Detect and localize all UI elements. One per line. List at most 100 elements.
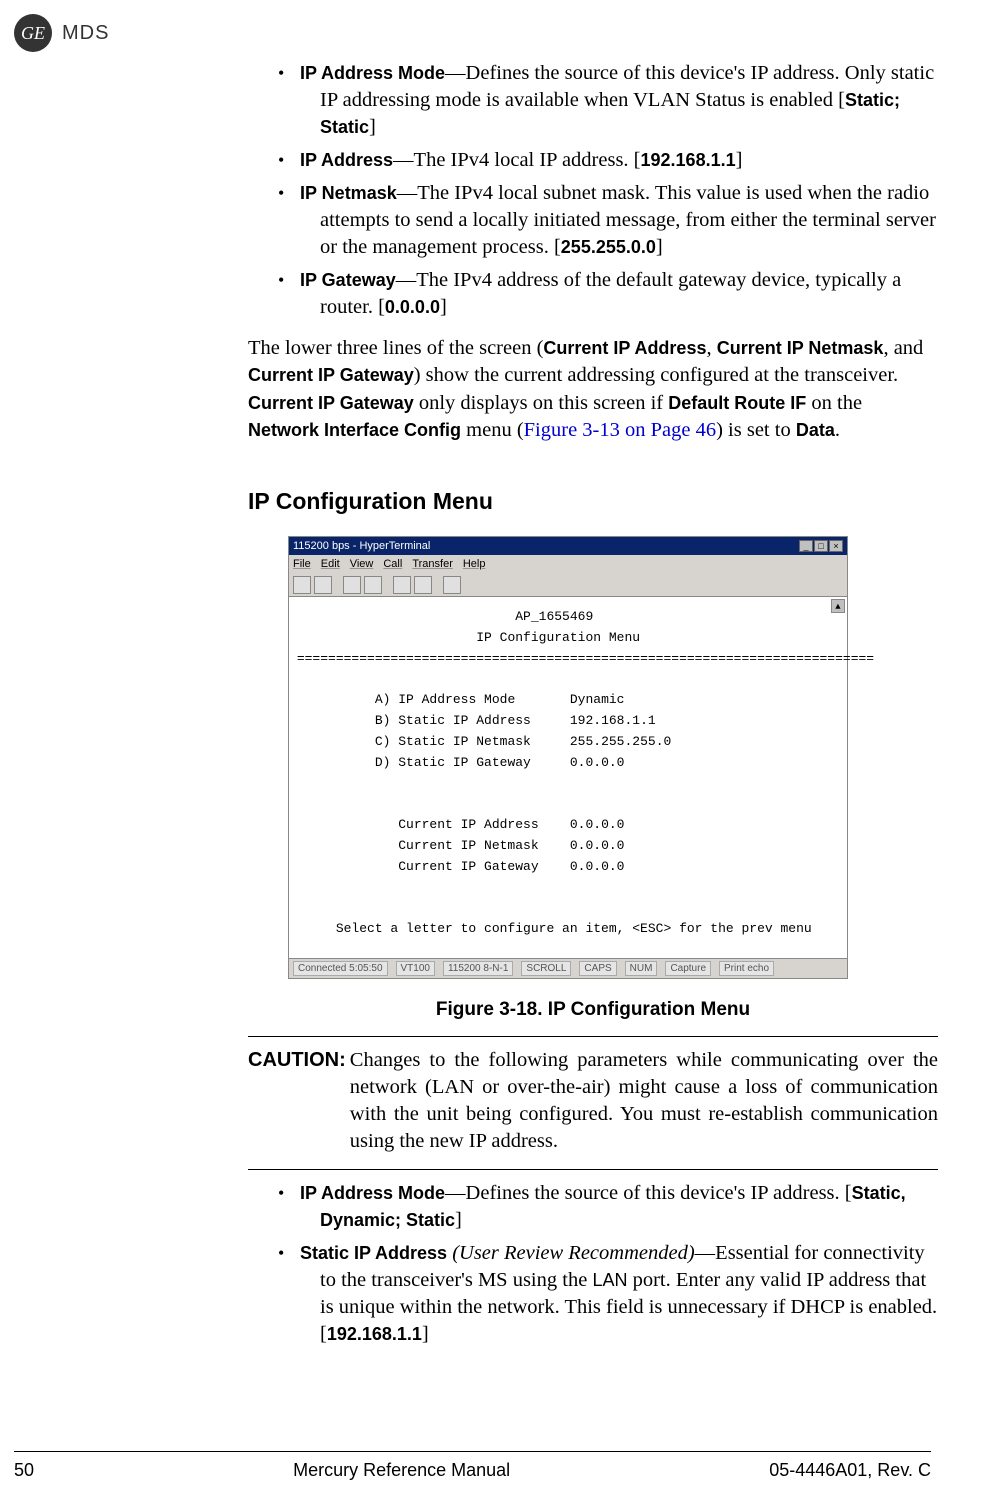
term: IP Netmask [300,183,397,203]
menu-call: Call [383,558,402,570]
closeb: ] [455,1209,462,1231]
b: Current IP Netmask [717,338,884,358]
rule [248,1169,938,1170]
term: IP Address Mode [300,63,445,83]
caution-label: CAUTION: [248,1047,346,1155]
cur-gw-label: Current IP Gateway [398,859,538,874]
b: Current IP Gateway [248,393,414,413]
minimize-icon: _ [799,540,813,552]
opt-d-label: D) Static IP Gateway [375,755,531,770]
term: IP Address [300,150,393,170]
cross-ref-link[interactable]: Figure 3-13 on Page 46 [524,419,716,441]
value: 192.168.1.1 [641,150,736,170]
ap-id: AP_1655469 [515,609,593,624]
value: 0.0.0.0 [385,297,440,317]
menu-view: View [350,558,374,570]
brand-text: MDS [62,22,109,45]
note: (User Review Recommended) [447,1242,695,1264]
status-num: NUM [625,961,658,976]
cur-addr-label: Current IP Address [398,817,538,832]
cur-mask-label: Current IP Netmask [398,838,538,853]
section-heading: IP Configuration Menu [248,486,938,516]
closeb: ] [440,296,447,318]
b: Data [796,420,835,440]
status-scroll: SCROLL [521,961,571,976]
scroll-up-icon: ▲ [831,599,845,613]
status-baud: 115200 8-N-1 [443,961,513,976]
t: . [835,419,840,441]
menu-help: Help [463,558,486,570]
page-number: 50 [14,1460,34,1481]
t: only displays on this screen if [414,392,669,414]
window-title: 115200 bps - HyperTerminal [293,539,430,554]
maximize-icon: □ [814,540,828,552]
cur-addr-value: 0.0.0.0 [570,817,625,832]
status-term: VT100 [396,961,435,976]
rule [248,1036,938,1037]
figure-caption: Figure 3-18. IP Configuration Menu [248,997,938,1022]
desc: —Defines the source of this device's IP … [445,1182,852,1204]
b: Network Interface Config [248,420,461,440]
doc-rev: 05-4446A01, Rev. C [769,1460,931,1481]
toolbar-icon [414,576,432,594]
top-bullet-list: IP Address Mode—Defines the source of th… [248,60,938,321]
bullet-ip-netmask: IP Netmask—The IPv4 local subnet mask. T… [300,180,938,261]
t: ) is set to [716,419,796,441]
toolbar-icon [393,576,411,594]
term: IP Gateway [300,270,396,290]
opt-b-value: 192.168.1.1 [570,713,656,728]
titlebar: 115200 bps - HyperTerminal _□× [289,537,847,556]
t: ) show the current addressing configured… [414,364,898,386]
closeb: ] [369,116,376,138]
terminal-screenshot: 115200 bps - HyperTerminal _□× FileEditV… [288,536,848,979]
closeb: ] [736,149,743,171]
toolbar [289,574,847,597]
value: 192.168.1.1 [327,1324,422,1344]
status-connected: Connected 5:05:50 [293,961,388,976]
page-footer: 50 Mercury Reference Manual 05-4446A01, … [14,1451,931,1481]
statusbar: Connected 5:05:50 VT100 115200 8-N-1 SCR… [289,958,847,978]
bottom-bullet-list: IP Address Mode—Defines the source of th… [248,1180,938,1348]
status-print: Print echo [719,961,774,976]
toolbar-icon [314,576,332,594]
opt-d-value: 0.0.0.0 [570,755,625,770]
prompt-text: Select a letter to configure an item, <E… [336,921,812,936]
opt-a-label: A) IP Address Mode [375,692,515,707]
bullet-ip-address-mode-2: IP Address Mode—Defines the source of th… [300,1180,938,1234]
status-caps: CAPS [579,961,616,976]
status-capture: Capture [665,961,711,976]
bullet-static-ip-address: Static IP Address (User Review Recommend… [300,1240,938,1348]
t: menu ( [461,419,524,441]
hrule: ========================================… [297,651,874,666]
terminal-body: ▲ AP_1655469 IP Configuration Menu =====… [289,597,847,958]
ge-badge-icon: GE [14,14,52,52]
opt-b-label: B) Static IP Address [375,713,531,728]
desc: —The IPv4 local IP address. [ [393,149,640,171]
toolbar-icon [364,576,382,594]
window-buttons: _□× [798,539,843,554]
menu-transfer: Transfer [412,558,453,570]
t: The lower three lines of the screen ( [248,337,543,359]
b: Current IP Address [543,338,706,358]
caution-text: Changes to the following parameters whil… [350,1047,938,1155]
term: IP Address Mode [300,1183,445,1203]
menu-edit: Edit [321,558,340,570]
toolbar-icon [343,576,361,594]
opt-c-label: C) Static IP Netmask [375,734,531,749]
toolbar-icon [293,576,311,594]
menu-title: IP Configuration Menu [476,630,640,645]
header-logo: GE MDS [14,14,109,52]
closeb: ] [656,236,663,258]
bullet-ip-gateway: IP Gateway—The IPv4 address of the defau… [300,267,938,321]
doc-title: Mercury Reference Manual [293,1460,510,1481]
caution-block: CAUTION: Changes to the following parame… [248,1047,938,1155]
b: Default Route IF [668,393,806,413]
lan: LAN [592,1270,627,1290]
term: Static IP Address [300,1243,447,1263]
opt-c-value: 255.255.255.0 [570,734,671,749]
t: , [706,337,716,359]
paragraph-current-ip: The lower three lines of the screen (Cur… [248,335,938,443]
b: Current IP Gateway [248,365,414,385]
closeb: ] [422,1323,429,1345]
bullet-ip-address: IP Address—The IPv4 local IP address. [1… [300,147,938,174]
